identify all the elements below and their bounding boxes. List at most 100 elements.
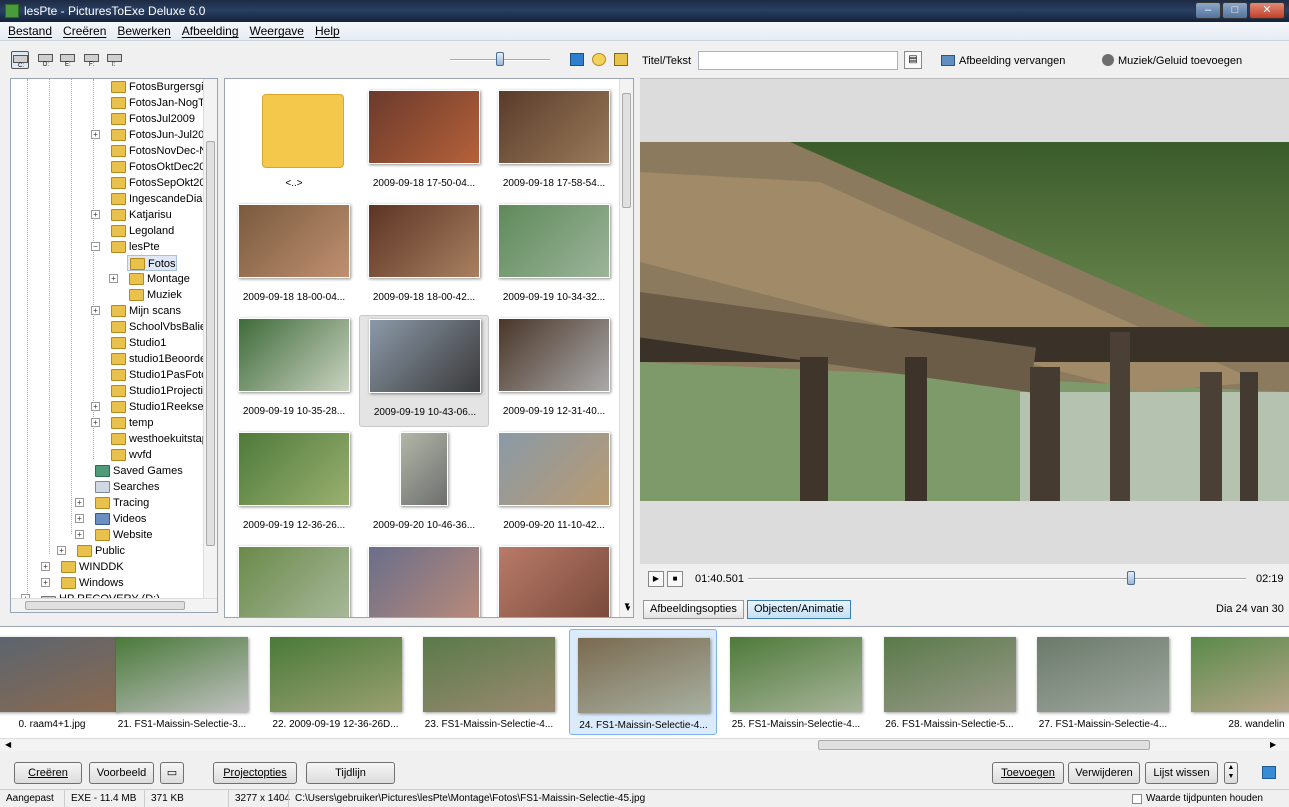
expand-icon[interactable]: + [91, 418, 100, 427]
menu-bestand[interactable]: Bestand [8, 24, 52, 38]
expand-icon[interactable]: + [91, 210, 100, 219]
drive-c-button[interactable]: C: [11, 51, 29, 69]
slide-item[interactable]: 23. FS1-Maissin-Selectie-4... [415, 629, 563, 735]
drive-e-button[interactable]: E: [59, 51, 77, 69]
tree-item[interactable]: + FotosJun-Jul2008 [91, 127, 216, 143]
thumbnail-item[interactable]: 2009-09-18 18-00-04... [229, 201, 359, 313]
fullscreen-preview-button[interactable]: ▭ [160, 762, 184, 784]
expand-icon[interactable]: + [109, 274, 118, 283]
tab-objects-animation[interactable]: Objecten/Animatie [747, 600, 851, 619]
tree-item[interactable]: + Tracing [75, 495, 149, 511]
tab-image-options[interactable]: Afbeeldingsopties [643, 600, 744, 619]
scroll-down-arrow-icon[interactable]: ▼ [624, 604, 632, 613]
expand-icon[interactable]: + [91, 306, 100, 315]
thumbnail-item[interactable]: 2009-09-19 12-31-40... [489, 315, 619, 427]
scroll-left-arrow-icon[interactable]: ◀ [5, 740, 11, 749]
tree-item[interactable]: + Studio1Reeksen20 [91, 399, 217, 415]
maximize-button[interactable]: □ [1222, 2, 1248, 19]
expand-icon[interactable]: + [91, 402, 100, 411]
slide-item[interactable]: 25. FS1-Maissin-Selectie-4... [722, 629, 870, 735]
tree-item[interactable]: + Videos [75, 511, 146, 527]
open-folder-icon[interactable] [592, 53, 606, 66]
tree-horizontal-scrollbar[interactable] [11, 598, 217, 612]
tree-item[interactable]: Legoland [109, 223, 174, 239]
expand-icon[interactable]: + [75, 498, 84, 507]
tree-vertical-scrollbar[interactable] [203, 79, 217, 599]
menu-weergave[interactable]: Weergave [250, 24, 304, 38]
expand-icon[interactable]: + [41, 578, 50, 587]
scroll-right-arrow-icon[interactable]: ▶ [1270, 740, 1276, 749]
expand-icon[interactable]: + [41, 562, 50, 571]
browser-scroll-thumb[interactable] [622, 93, 631, 208]
title-text-input[interactable] [698, 51, 898, 70]
tree-item[interactable]: Fotos [127, 255, 177, 271]
replace-image-button[interactable]: Afbeelding vervangen [959, 55, 1065, 67]
thumbnail-item[interactable] [489, 543, 619, 617]
tree-item[interactable]: westhoekuitstap [109, 431, 208, 447]
thumb-size-slider-handle[interactable] [496, 52, 504, 66]
tree-item[interactable]: + Mijn scans [91, 303, 181, 319]
add-button[interactable]: Toevoegen [992, 762, 1064, 784]
parent-folder-item[interactable]: <..> [229, 87, 359, 199]
drive-f-button[interactable]: F: [83, 51, 101, 69]
thumbnail-item[interactable]: 2009-09-19 10-43-06... [359, 315, 489, 427]
tree-item[interactable]: Studio1Projectie2 [109, 383, 215, 399]
tree-item[interactable]: FotosJan-NogTeB [109, 95, 217, 111]
remove-button[interactable]: Verwijderen [1068, 762, 1140, 784]
tree-item[interactable]: FotosSepOkt2009 [109, 175, 217, 191]
tree-item[interactable]: FotosNovDec-No [109, 143, 213, 159]
tree-item[interactable]: Studio1 [109, 335, 166, 351]
drive-i-button[interactable]: I: [106, 51, 124, 69]
project-options-button[interactable]: Projectopties [213, 762, 297, 784]
drive-d-button[interactable]: D: [37, 51, 55, 69]
tree-item[interactable]: Studio1PasFotos [109, 367, 213, 383]
thumbnail-item[interactable] [229, 543, 359, 617]
tree-item[interactable]: + WINDDK [41, 559, 124, 575]
seek-slider-handle[interactable] [1127, 571, 1136, 585]
thumbnail-item[interactable]: 2009-09-18 17-58-54... [489, 87, 619, 199]
expand-icon[interactable]: + [75, 514, 84, 523]
tree-item[interactable]: Muziek [127, 287, 182, 303]
tree-item[interactable]: Saved Games [93, 463, 183, 479]
minimize-button[interactable]: – [1195, 2, 1221, 19]
sort-spinner[interactable]: ▲ ▼ [1224, 762, 1238, 784]
thumbnail-item[interactable]: 2009-09-20 11-10-42... [489, 429, 619, 541]
browser-vertical-scrollbar[interactable]: ▼ [619, 79, 633, 617]
slide-item[interactable]: 24. FS1-Maissin-Selectie-4... [568, 629, 717, 735]
tree-hscroll-thumb[interactable] [25, 601, 185, 610]
tree-item[interactable]: + Windows [41, 575, 124, 591]
tree-item[interactable]: FotosJul2009 [109, 111, 195, 127]
tree-item[interactable]: + Public [57, 543, 125, 559]
thumbnail-item[interactable]: 2009-09-18 17-50-04... [359, 87, 489, 199]
keep-times-checkbox[interactable] [1132, 794, 1142, 804]
refresh-icon[interactable] [570, 53, 584, 66]
menu-creeren[interactable]: Creëren [63, 24, 106, 38]
play-button[interactable]: ▶ [648, 571, 664, 587]
text-editor-icon[interactable]: ▤ [904, 51, 922, 69]
thumbnail-item[interactable]: 2009-09-19 10-35-28... [229, 315, 359, 427]
menu-help[interactable]: Help [315, 24, 340, 38]
thumbnail-item[interactable]: 2009-09-20 10-46-36... [359, 429, 489, 541]
tree-item[interactable]: + Website [75, 527, 153, 543]
tree-scroll-thumb[interactable] [206, 141, 215, 546]
slide-item[interactable]: 28. wandelin [1183, 629, 1289, 735]
expand-icon[interactable]: + [91, 130, 100, 139]
tree-item[interactable]: + Katjarisu [91, 207, 172, 223]
menu-afbeelding[interactable]: Afbeelding [182, 24, 239, 38]
folder-up-icon[interactable] [614, 53, 628, 66]
clear-list-button[interactable]: Lijst wissen [1145, 762, 1218, 784]
tree-item[interactable]: FotosOktDec2008 [109, 159, 217, 175]
tree-item[interactable]: studio1Beoordelir [109, 351, 215, 367]
strip-scroll-thumb[interactable] [818, 740, 1150, 750]
thumbnail-item[interactable]: 2009-09-19 12-36-26... [229, 429, 359, 541]
add-music-button[interactable]: Muziek/Geluid toevoegen [1118, 55, 1242, 67]
tree-item[interactable]: + temp [91, 415, 153, 431]
slide-item[interactable]: 21. FS1-Maissin-Selectie-3... [108, 629, 256, 735]
slide-item[interactable]: 27. FS1-Maissin-Selectie-4... [1029, 629, 1177, 735]
create-button[interactable]: Creëren [14, 762, 82, 784]
window-mode-icon[interactable] [1262, 766, 1276, 779]
timeline-button[interactable]: Tijdlijn [306, 762, 395, 784]
tree-item[interactable]: FotosBurgersgilde [109, 79, 217, 95]
stop-button[interactable]: ■ [667, 571, 683, 587]
tree-item[interactable]: SchoolVbsBaliebr [109, 319, 216, 335]
